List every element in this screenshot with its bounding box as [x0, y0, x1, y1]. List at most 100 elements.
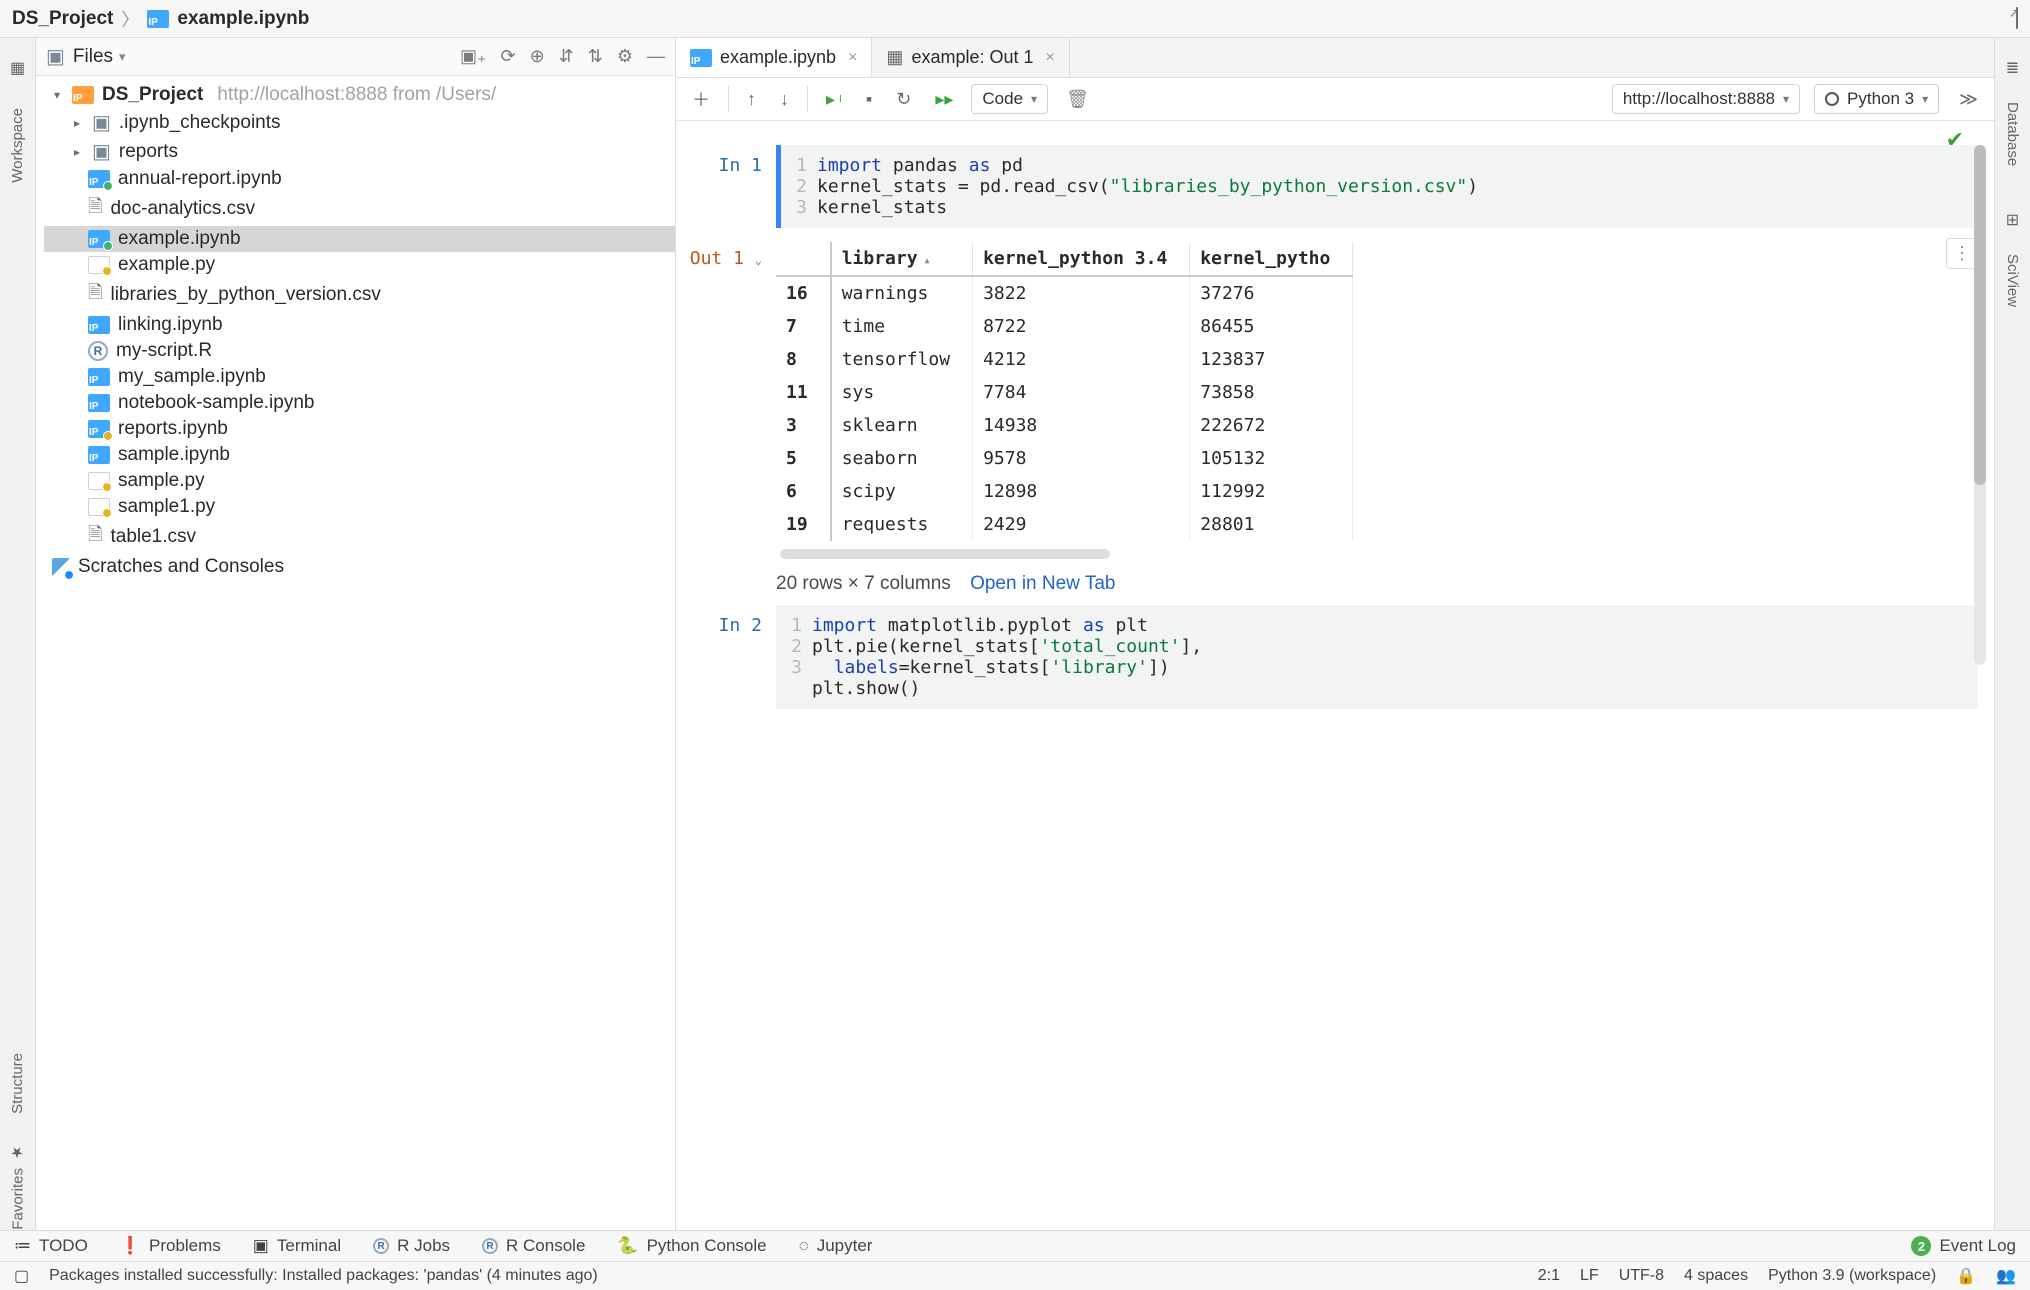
rjobs-tool[interactable]: R R Jobs	[373, 1236, 450, 1256]
code-content[interactable]: import matplotlib.pyplot as plt plt.pie(…	[812, 605, 1978, 709]
notebook-file-icon	[147, 10, 169, 28]
locate-button[interactable]: ⊕	[530, 46, 545, 67]
rconsole-tool[interactable]: R R Console	[482, 1236, 585, 1256]
indent-setting[interactable]: 4 spaces	[1684, 1267, 1748, 1285]
database-tab[interactable]: Database	[2004, 102, 2021, 166]
tree-file[interactable]: linking.ipynb	[44, 312, 675, 338]
collapse-all-button[interactable]: ⇅	[588, 46, 603, 67]
python-console-tool[interactable]: 🐍 Python Console	[617, 1236, 766, 1256]
interpreter[interactable]: Python 3.9 (workspace)	[1768, 1267, 1936, 1285]
tree-file[interactable]: annual-report.ipynb	[44, 166, 675, 192]
new-folder-button[interactable]: ▣₊	[460, 46, 487, 67]
horizontal-scrollbar[interactable]	[780, 549, 1110, 559]
add-cell-button[interactable]: ＋	[686, 84, 716, 114]
table-row[interactable]: 5seaborn9578105132	[776, 442, 1353, 475]
notebook-body[interactable]: ✔ In 1 123 import pandas as pd kernel_st…	[676, 121, 1994, 1230]
table-header[interactable]: kernel_python 3.4	[973, 242, 1190, 276]
more-toolbar-button[interactable]: ≫	[1953, 87, 1984, 112]
kernel-selector[interactable]: Python 3▾	[1814, 84, 1939, 114]
sort-asc-icon: ▴	[924, 253, 931, 267]
table-header[interactable]	[776, 242, 831, 276]
panel-mode-selector[interactable]: Files ▾	[73, 46, 126, 68]
table-row[interactable]: 11sys778473858	[776, 376, 1353, 409]
gear-icon[interactable]: ⚙	[617, 46, 633, 67]
hide-panel-button[interactable]: —	[647, 46, 665, 67]
favorites-tab[interactable]: Favorites ★	[9, 1144, 27, 1230]
tree-file[interactable]: example.py	[44, 252, 675, 278]
tree-folder[interactable]: ▸ ▣ .ipynb_checkpoints	[44, 108, 675, 137]
folder-icon: ▣	[92, 110, 111, 135]
tree-file[interactable]: 🗎table1.csv	[44, 520, 675, 554]
workspace-tab[interactable]: Workspace	[9, 108, 26, 183]
tree-item-label: Scratches and Consoles	[78, 556, 284, 578]
tree-file[interactable]: notebook-sample.ipynb	[44, 390, 675, 416]
editor-tab[interactable]: ▦ example: Out 1 ×	[872, 38, 1069, 77]
tree-file[interactable]: sample1.py	[44, 494, 675, 520]
refresh-button[interactable]: ⟳	[500, 46, 515, 67]
table-row[interactable]: 3sklearn14938222672	[776, 409, 1353, 442]
code-content[interactable]: import pandas as pd kernel_stats = pd.re…	[817, 145, 1978, 228]
editor-tab[interactable]: example.ipynb ×	[676, 38, 872, 77]
restart-kernel-button[interactable]: ↻	[890, 87, 917, 112]
tree-file[interactable]: sample.py	[44, 468, 675, 494]
project-panel-header: ▣ Files ▾ ▣₊ ⟳ ⊕ ⇵ ⇅ ⚙ —	[36, 38, 675, 76]
code-cell[interactable]: In 1 123 import pandas as pd kernel_stat…	[686, 145, 1978, 228]
structure-tab[interactable]: Structure	[9, 1053, 26, 1114]
run-all-button[interactable]: ▸▸	[929, 87, 959, 112]
table-cell: 4212	[973, 343, 1190, 376]
tree-item-label: notebook-sample.ipynb	[118, 392, 314, 414]
tree-scratches[interactable]: Scratches and Consoles	[44, 554, 675, 580]
tree-file[interactable]: Rmy-script.R	[44, 338, 675, 364]
tree-folder[interactable]: ▸ ▣ reports	[44, 137, 675, 166]
tree-twisty-icon[interactable]: ▾	[50, 88, 64, 102]
tree-file[interactable]: sample.ipynb	[44, 442, 675, 468]
table-row[interactable]: 8tensorflow4212123837	[776, 343, 1353, 376]
move-cell-up-button[interactable]: ↑	[741, 87, 762, 112]
caret-position[interactable]: 2:1	[1538, 1267, 1560, 1285]
celltype-selector[interactable]: Code▾	[971, 84, 1048, 114]
breadcrumb-project[interactable]: DS_Project	[12, 8, 113, 30]
tree-file[interactable]: 🗎doc-analytics.csv	[44, 192, 675, 226]
tree-file[interactable]: 🗎libraries_by_python_version.csv	[44, 278, 675, 312]
problems-tool[interactable]: ❗ Problems	[120, 1236, 221, 1256]
project-tree[interactable]: ▾ DS_Project http://localhost:8888 from …	[36, 76, 675, 1230]
tree-file[interactable]: reports.ipynb	[44, 416, 675, 442]
tree-twisty-icon[interactable]: ▸	[70, 116, 84, 130]
table-header[interactable]: library▴	[831, 242, 973, 276]
table-row[interactable]: 7time872286455	[776, 310, 1353, 343]
close-tab-button[interactable]: ×	[1046, 49, 1055, 67]
lock-icon[interactable]: 🔒	[1956, 1266, 1976, 1286]
ide-settings-icon[interactable]: 👥	[1996, 1266, 2016, 1286]
tree-file[interactable]: my_sample.ipynb	[44, 364, 675, 390]
table-row[interactable]: 6scipy12898112992	[776, 475, 1353, 508]
table-row[interactable]: 19requests242928801	[776, 508, 1353, 541]
tree-file[interactable]: example.ipynb	[44, 226, 675, 252]
tree-item-label: example.ipynb	[118, 228, 241, 250]
sciview-tab[interactable]: SciView	[2004, 254, 2021, 307]
close-tab-button[interactable]: ×	[848, 49, 857, 67]
expand-all-button[interactable]: ⇵	[559, 46, 574, 67]
output-kebab-button[interactable]: ⋮	[1946, 238, 1978, 269]
move-cell-down-button[interactable]: ↓	[774, 87, 795, 112]
open-in-new-tab-link[interactable]: Open in New Tab	[970, 573, 1115, 594]
line-separator[interactable]: LF	[1580, 1267, 1599, 1285]
editor-tabs: example.ipynb × ▦ example: Out 1 ×	[676, 38, 1994, 78]
event-log-tool[interactable]: 2 Event Log	[1911, 1236, 2016, 1256]
delete-cell-button[interactable]: 🗑	[1060, 87, 1095, 112]
cell-out-prompt[interactable]: Out 1 ⌄	[686, 238, 776, 269]
table-row[interactable]: 16warnings382237276	[776, 276, 1353, 310]
todo-tool[interactable]: ≔ TODO	[14, 1236, 88, 1256]
code-cell[interactable]: In 2 123 import matplotlib.pyplot as plt…	[686, 605, 1978, 709]
dataframe-table[interactable]: library▴ kernel_python 3.4 kernel_pytho …	[776, 242, 1353, 541]
breadcrumb-file[interactable]: example.ipynb	[177, 8, 309, 30]
tree-root[interactable]: ▾ DS_Project http://localhost:8888 from …	[44, 82, 675, 108]
jupyter-tool[interactable]: ◌ Jupyter	[799, 1236, 873, 1256]
open-externally-button[interactable]	[2016, 8, 2018, 29]
server-selector[interactable]: http://localhost:8888▾	[1612, 84, 1800, 114]
table-header[interactable]: kernel_pytho	[1190, 242, 1353, 276]
file-encoding[interactable]: UTF-8	[1619, 1267, 1664, 1285]
terminal-tool[interactable]: ▣ Terminal	[253, 1236, 341, 1256]
tree-twisty-icon[interactable]: ▸	[70, 145, 84, 159]
stop-button[interactable]: ▪	[860, 87, 878, 112]
run-cell-button[interactable]: ▸I	[820, 87, 848, 112]
